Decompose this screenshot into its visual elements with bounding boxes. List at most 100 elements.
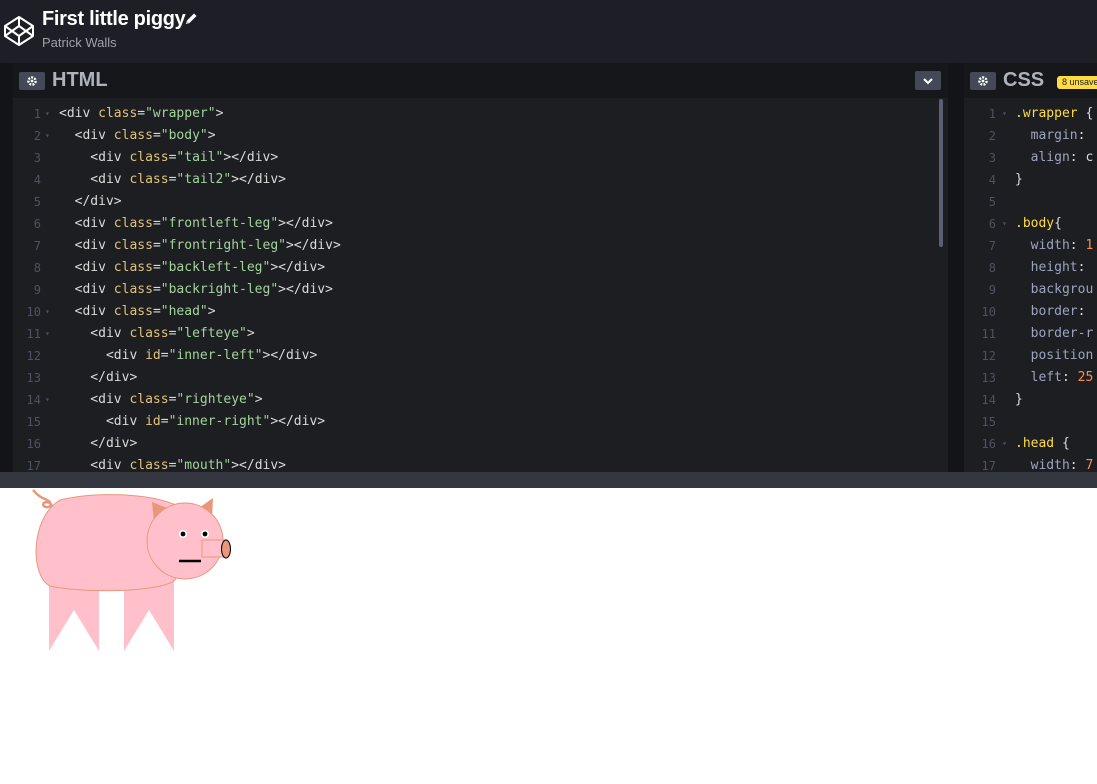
code-token: backgrou	[1015, 282, 1094, 297]
line-number: 6	[33, 217, 41, 231]
gear-icon	[978, 76, 988, 86]
code-token: position	[1015, 348, 1094, 363]
code-token: >	[215, 106, 224, 121]
pig-leg-gap-white	[99, 597, 124, 657]
code-token: "inner-left"	[168, 348, 263, 363]
code-token: class	[129, 172, 169, 187]
css-code-editor[interactable]: 1 ▾ .wrapper {2 margin: 3 align: c 4} 5 6 ▾ .bo…	[964, 103, 1097, 472]
code-token: {	[1061, 436, 1070, 451]
line-number: 7	[33, 239, 41, 253]
code-token: </div>	[59, 436, 138, 451]
css-editor-panel: CSS 8 unsaved 1▾.wrapper {2 margin: 3 al…	[964, 63, 1097, 472]
html-settings-button[interactable]	[19, 72, 45, 90]
line-number: 5	[33, 195, 41, 209]
fold-toggle-icon[interactable]: ▾	[1002, 213, 1007, 235]
line-number: 14	[26, 393, 41, 407]
code-token: margin	[1015, 128, 1078, 143]
code-token: id	[145, 348, 161, 363]
code-token: {	[1085, 106, 1094, 121]
code-text: <div class="frontright-leg"></div>	[59, 235, 341, 257]
code-token: =	[152, 238, 161, 253]
code-text: margin:	[1015, 125, 1093, 147]
css-settings-button[interactable]	[970, 72, 996, 90]
code-token: >	[246, 326, 255, 341]
fold-toggle-icon[interactable]: ▾	[45, 125, 50, 147]
html-panel-header: HTML	[13, 63, 948, 98]
code-token: >	[207, 304, 216, 319]
code-token: class	[113, 128, 153, 143]
line-number: 17	[981, 459, 996, 472]
code-text: <div class="frontleft-leg"></div>	[59, 213, 333, 235]
code-token: 7	[1085, 458, 1094, 472]
code-token: <div	[59, 304, 114, 319]
fold-toggle-icon[interactable]: ▾	[45, 389, 50, 411]
line-number: 2	[33, 129, 41, 143]
fold-toggle-icon[interactable]: ▾	[45, 323, 50, 345]
pig-left-pupil	[180, 531, 186, 537]
editor-resize-handle[interactable]	[0, 472, 1097, 488]
code-text: }	[1015, 389, 1023, 411]
line-number: 16	[26, 437, 41, 451]
code-text: position	[1015, 345, 1094, 367]
html-editor-scrollbar[interactable]	[939, 99, 943, 247]
code-token: :	[1061, 370, 1078, 385]
editor-area: HTML 1 ▾ <div class="wrapper"> 2 ▾ <div clas…	[0, 63, 1097, 472]
code-token: class	[113, 260, 153, 275]
fold-toggle-icon[interactable]: ▾	[45, 103, 50, 125]
code-token: .body	[1015, 216, 1055, 231]
fold-toggle-icon[interactable]: ▾	[1002, 103, 1007, 125]
codepen-logo-icon[interactable]	[3, 15, 35, 47]
code-text: <div id="inner-left"></div>	[59, 345, 317, 367]
code-token: <div	[59, 392, 130, 407]
html-editor-panel: HTML 1 ▾ <div class="wrapper"> 2 ▾ <div clas…	[13, 63, 948, 472]
line-number: 11	[26, 327, 41, 341]
author-name[interactable]: Patrick Walls	[42, 35, 117, 50]
line-number: 1	[33, 107, 41, 121]
pig-right-pupil	[202, 531, 208, 537]
code-token: >	[207, 128, 216, 143]
code-token: <div	[59, 282, 114, 297]
code-token: height	[1015, 260, 1078, 275]
code-token: class	[129, 392, 169, 407]
code-text: align: c	[1015, 147, 1094, 169]
code-text: .head {	[1015, 433, 1070, 455]
code-token: ></div>	[231, 172, 287, 187]
chevron-down-icon	[923, 77, 933, 84]
code-text: <div class="backright-leg"></div>	[59, 279, 333, 301]
code-text: width: 7	[1015, 455, 1094, 472]
code-token: 25	[1077, 370, 1094, 385]
pencil-icon[interactable]	[183, 11, 199, 27]
code-text: <div class="tail"></div>	[59, 147, 278, 169]
code-token: >	[254, 392, 263, 407]
css-panel-header: CSS 8 unsaved	[964, 63, 1097, 98]
line-number: 13	[26, 371, 41, 385]
code-token: ></div>	[278, 216, 333, 231]
code-token: :	[1077, 304, 1094, 319]
code-token: <div	[59, 150, 130, 165]
code-token: "lefteye"	[176, 326, 247, 341]
code-token: <div	[59, 172, 130, 187]
fold-toggle-icon[interactable]: ▾	[45, 301, 50, 323]
fold-toggle-icon[interactable]: ▾	[1002, 433, 1007, 455]
code-text: <div class="body">	[59, 125, 216, 147]
code-token: :	[1069, 458, 1086, 472]
code-token: "wrapper"	[145, 106, 216, 121]
code-text: <div class="tail2"></div>	[59, 169, 286, 191]
code-token: ></div>	[270, 414, 326, 429]
line-number: 8	[33, 261, 41, 275]
code-token: "tail2"	[176, 172, 232, 187]
code-token: "head"	[160, 304, 208, 319]
html-code-editor[interactable]: 1 ▾ <div class="wrapper"> 2 ▾ <div class="bo…	[13, 103, 948, 472]
html-collapse-button[interactable]	[915, 71, 941, 90]
pen-title[interactable]: First little piggy	[42, 8, 186, 31]
line-number: 3	[33, 151, 41, 165]
unsaved-badge[interactable]: 8 unsaved	[1057, 76, 1097, 89]
code-token: class	[98, 106, 138, 121]
code-token: =	[137, 106, 146, 121]
pig-nose	[221, 539, 231, 559]
code-token: =	[160, 348, 169, 363]
line-number: 10	[26, 305, 41, 319]
line-number: 2	[988, 129, 996, 143]
result-preview	[0, 488, 1097, 784]
code-text: </div>	[59, 191, 122, 213]
